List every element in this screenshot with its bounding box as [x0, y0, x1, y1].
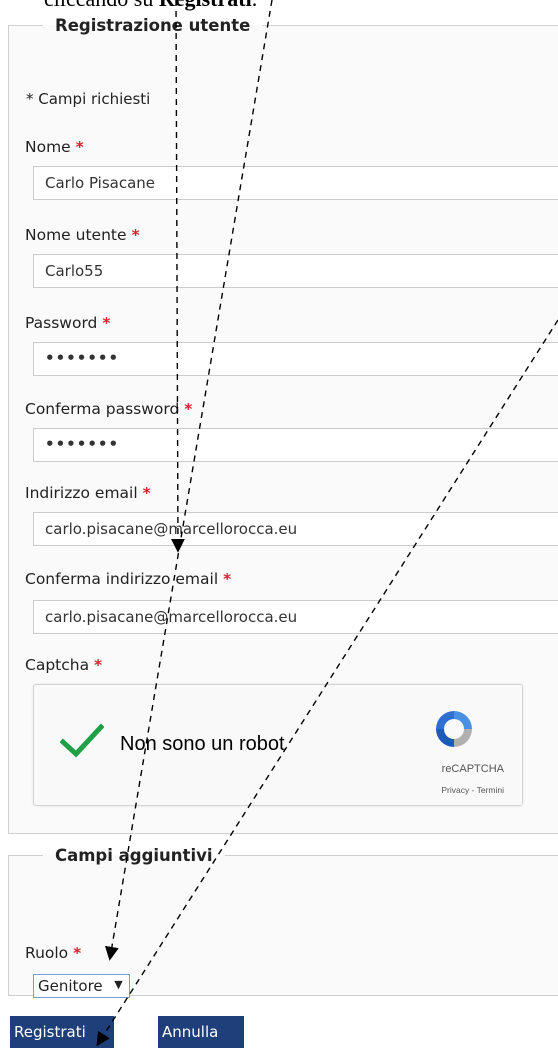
- required-mark: *: [75, 138, 84, 156]
- required-mark: *: [73, 944, 82, 962]
- name-label-text: Nome: [25, 138, 71, 156]
- role-label: Ruolo *: [25, 944, 81, 962]
- name-label: Nome *: [25, 138, 84, 156]
- registration-legend: Registrazione utente: [55, 16, 251, 35]
- caption-prefix: cliccando su: [44, 0, 159, 11]
- password-confirm-label-text: Conferma password: [25, 400, 180, 418]
- required-fields-note: * Campi richiesti: [26, 90, 151, 108]
- caption-bold: Registrati: [159, 0, 252, 11]
- recaptcha-brand: reCAPTCHA: [441, 763, 504, 775]
- password-confirm-label: Conferma password *: [25, 400, 192, 418]
- required-mark: *: [223, 570, 232, 588]
- caption-suffix: .: [252, 0, 258, 11]
- recaptcha-links[interactable]: Privacy - Termini: [34, 785, 504, 795]
- recaptcha-widget[interactable]: Non sono un robot reCAPTCHA Privacy - Te…: [33, 684, 523, 806]
- email-label: Indirizzo email *: [25, 484, 151, 502]
- instruction-caption: cliccando su Registrati.: [44, 0, 257, 12]
- password-input-value: •••••••: [45, 349, 120, 367]
- role-select-value: Genitore: [38, 977, 103, 995]
- required-mark: *: [142, 484, 151, 502]
- register-button[interactable]: Registrati: [10, 1016, 114, 1048]
- captcha-label-text: Captcha: [25, 656, 90, 674]
- checkmark-icon[interactable]: [60, 723, 104, 759]
- required-mark: *: [131, 226, 140, 244]
- password-input[interactable]: •••••••: [33, 342, 558, 376]
- email-confirm-input[interactable]: carlo.pisacane@marcellorocca.eu: [33, 600, 558, 634]
- username-label: Nome utente *: [25, 226, 140, 244]
- chevron-down-icon: ▼: [114, 978, 123, 991]
- email-input[interactable]: carlo.pisacane@marcellorocca.eu: [33, 512, 558, 546]
- captcha-text: Non sono un robot: [120, 733, 285, 755]
- additional-legend: Campi aggiuntivi: [55, 846, 213, 865]
- required-mark: *: [102, 314, 111, 332]
- recaptcha-logo-icon: [436, 711, 472, 747]
- email-label-text: Indirizzo email: [25, 484, 138, 502]
- email-confirm-label: Conferma indirizzo email *: [25, 570, 231, 588]
- password-confirm-input-value: •••••••: [45, 435, 120, 453]
- password-label: Password *: [25, 314, 110, 332]
- name-input[interactable]: Carlo Pisacane: [33, 166, 558, 200]
- role-label-text: Ruolo: [25, 944, 69, 962]
- email-confirm-label-text: Conferma indirizzo email: [25, 570, 219, 588]
- password-label-text: Password: [25, 314, 98, 332]
- captcha-label: Captcha *: [25, 656, 102, 674]
- required-mark: *: [184, 400, 193, 418]
- required-mark: *: [94, 656, 103, 674]
- username-input[interactable]: Carlo55: [33, 254, 558, 288]
- username-input-value: Carlo55: [45, 262, 104, 280]
- role-select[interactable]: Genitore ▼: [33, 974, 130, 998]
- password-confirm-input[interactable]: •••••••: [33, 428, 558, 462]
- email-confirm-input-value: carlo.pisacane@marcellorocca.eu: [45, 608, 298, 626]
- username-label-text: Nome utente: [25, 226, 127, 244]
- email-input-value: carlo.pisacane@marcellorocca.eu: [45, 520, 298, 538]
- name-input-value: Carlo Pisacane: [45, 174, 156, 192]
- cancel-button[interactable]: Annulla: [158, 1016, 244, 1048]
